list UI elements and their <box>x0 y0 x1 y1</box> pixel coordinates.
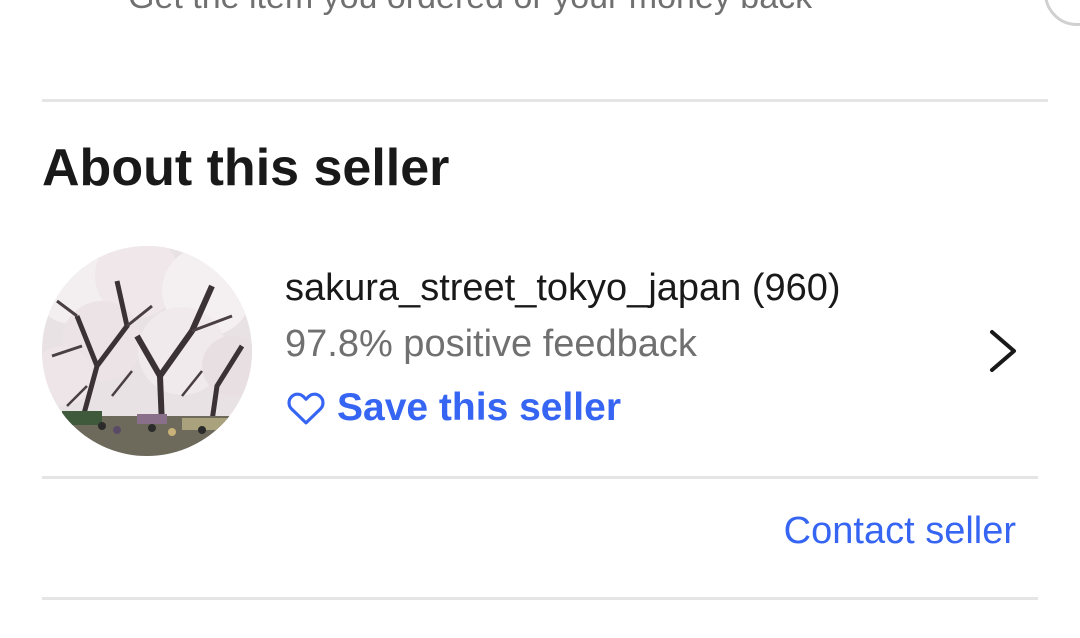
save-seller-label: Save this seller <box>337 386 622 429</box>
seller-feedback: 97.8% positive feedback <box>285 323 697 365</box>
divider <box>42 597 1038 600</box>
seller-profile-row[interactable]: sakura_street_tokyo_japan (960) 97.8% po… <box>42 246 1038 458</box>
cherry-blossom-photo <box>42 246 252 456</box>
divider <box>42 476 1038 479</box>
chevron-right-icon[interactable] <box>984 326 1024 376</box>
close-icon[interactable] <box>1044 0 1080 26</box>
seller-section-page: Get the item you ordered or your money b… <box>0 0 1080 638</box>
heart-icon <box>287 392 325 425</box>
seller-name[interactable]: sakura_street_tokyo_japan (960) <box>285 262 841 314</box>
seller-avatar <box>42 246 252 456</box>
contact-seller-link[interactable]: Contact seller <box>784 510 1016 553</box>
money-back-guarantee-text: Get the item you ordered or your money b… <box>128 0 812 17</box>
seller-info: sakura_street_tokyo_japan (960) 97.8% po… <box>285 262 841 430</box>
section-title: About this seller <box>42 139 450 197</box>
divider <box>42 99 1048 102</box>
save-seller-button[interactable]: Save this seller <box>285 386 841 430</box>
